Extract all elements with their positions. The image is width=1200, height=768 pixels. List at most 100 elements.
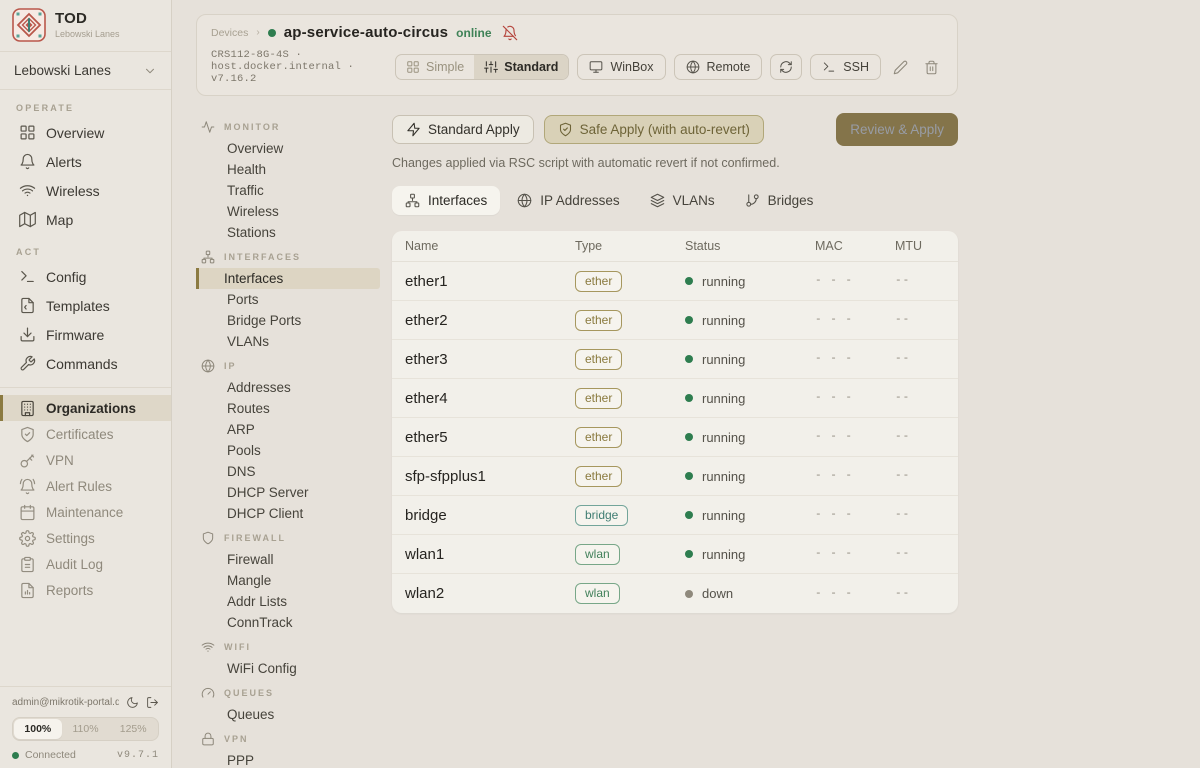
table-row[interactable]: wlan2 wlan down - - - -- — [392, 574, 958, 613]
sidebar-item-maintenance[interactable]: Maintenance — [0, 499, 171, 525]
subnav-item-conntrack[interactable]: ConnTrack — [196, 612, 380, 633]
subnav-item-stations[interactable]: Stations — [196, 222, 380, 243]
status-cell: running — [685, 313, 815, 328]
edit-device-button[interactable] — [889, 56, 912, 79]
sidebar-item-wireless[interactable]: Wireless — [0, 176, 171, 205]
subnav-item-pools[interactable]: Pools — [196, 440, 380, 461]
view-mode-simple-button[interactable]: Simple — [396, 55, 474, 79]
sidebar-item-organizations[interactable]: Organizations — [0, 395, 171, 421]
tab-interfaces[interactable]: Interfaces — [392, 186, 500, 215]
subnav-item-interfaces[interactable]: Interfaces — [196, 268, 380, 289]
wifi-icon — [201, 640, 215, 654]
ssh-button[interactable]: SSH — [810, 54, 881, 80]
standard-apply-button[interactable]: Standard Apply — [392, 115, 534, 144]
sidebar-item-alerts[interactable]: Alerts — [0, 147, 171, 176]
brand: TOD Lebowski Lanes — [0, 0, 171, 52]
sidebar-item-certificates[interactable]: Certificates — [0, 421, 171, 447]
calendar-icon — [19, 504, 36, 521]
sidebar-item-reports[interactable]: Reports — [0, 577, 171, 603]
subnav-item-dhcp-server[interactable]: DHCP Server — [196, 482, 380, 503]
sidebar-item-audit-log[interactable]: Audit Log — [0, 551, 171, 577]
mac-cell: - - - — [815, 588, 895, 600]
sidebar-item-settings[interactable]: Settings — [0, 525, 171, 551]
subnav-item-firewall[interactable]: Firewall — [196, 549, 380, 570]
subnav-item-dns[interactable]: DNS — [196, 461, 380, 482]
table-row[interactable]: ether1 ether running - - - -- — [392, 262, 958, 301]
table-row[interactable]: ether5 ether running - - - -- — [392, 418, 958, 457]
table-row[interactable]: sfp-sfpplus1 ether running - - - -- — [392, 457, 958, 496]
subnav-item-dhcp-client[interactable]: DHCP Client — [196, 503, 380, 524]
interface-name: ether1 — [405, 273, 575, 290]
subnav-section-label: WIFI — [224, 642, 251, 652]
subnav-item-routes[interactable]: Routes — [196, 398, 380, 419]
status-dot — [685, 316, 693, 324]
table-row[interactable]: bridge bridge running - - - -- — [392, 496, 958, 535]
sidebar-item-label: Certificates — [46, 427, 114, 442]
zoom-125-button[interactable]: 125% — [109, 719, 157, 739]
subnav-item-traffic[interactable]: Traffic — [196, 180, 380, 201]
sidebar-item-overview[interactable]: Overview — [0, 118, 171, 147]
subnav-item-ppp[interactable]: PPP — [196, 750, 380, 768]
type-badge: ether — [575, 427, 622, 448]
logout-icon[interactable] — [146, 696, 159, 709]
subnav-item-addresses[interactable]: Addresses — [196, 377, 380, 398]
sidebar-item-label: Alert Rules — [46, 479, 112, 494]
sidebar-item-alert-rules[interactable]: Alert Rules — [0, 473, 171, 499]
refresh-button[interactable] — [770, 54, 802, 80]
sidebar-item-label: Wireless — [46, 183, 100, 199]
sidebar-item-templates[interactable]: Templates — [0, 291, 171, 320]
breadcrumb-separator: › — [256, 27, 259, 38]
zoom-100-button[interactable]: 100% — [14, 719, 62, 739]
bell-off-icon[interactable] — [502, 25, 518, 41]
sidebar-item-firmware[interactable]: Firmware — [0, 320, 171, 349]
remote-button[interactable]: Remote — [674, 54, 763, 80]
pencil-icon — [893, 60, 908, 75]
sidebar-item-map[interactable]: Map — [0, 205, 171, 234]
subnav-item-ports[interactable]: Ports — [196, 289, 380, 310]
table-row[interactable]: ether3 ether running - - - -- — [392, 340, 958, 379]
tab-bridges[interactable]: Bridges — [732, 186, 827, 215]
app-window: TOD Lebowski Lanes Lebowski Lanes OPERAT… — [0, 0, 1200, 768]
col-name: Name — [405, 239, 575, 253]
table-row[interactable]: ether2 ether running - - - -- — [392, 301, 958, 340]
subnav-item-wireless[interactable]: Wireless — [196, 201, 380, 222]
subnav-item-wifi-config[interactable]: WiFi Config — [196, 658, 380, 679]
sidebar-item-config[interactable]: Config — [0, 262, 171, 291]
tab-ip-addresses[interactable]: IP Addresses — [504, 186, 632, 215]
sidebar-section-act: ACT — [0, 234, 171, 262]
safe-apply-button[interactable]: Safe Apply (with auto-revert) — [544, 115, 764, 144]
subnav-item-bridge-ports[interactable]: Bridge Ports — [196, 310, 380, 331]
map-icon — [19, 211, 36, 228]
sidebar-item-label: Firmware — [46, 327, 104, 343]
table-row[interactable]: ether4 ether running - - - -- — [392, 379, 958, 418]
subnav-item-queues[interactable]: Queues — [196, 704, 380, 725]
subnav-section-label: MONITOR — [224, 122, 280, 132]
subnav-item-mangle[interactable]: Mangle — [196, 570, 380, 591]
sidebar-item-vpn[interactable]: VPN — [0, 447, 171, 473]
org-selector[interactable]: Lebowski Lanes — [0, 52, 171, 90]
delete-device-button[interactable] — [920, 56, 943, 79]
interface-name: wlan1 — [405, 546, 575, 563]
type-badge: wlan — [575, 583, 620, 604]
app-version: v9.7.1 — [117, 750, 159, 761]
subnav-item-overview[interactable]: Overview — [196, 138, 380, 159]
view-mode-standard-button[interactable]: Standard — [474, 55, 568, 79]
type-badge: wlan — [575, 544, 620, 565]
terminal-icon — [822, 60, 836, 74]
subnav-item-health[interactable]: Health — [196, 159, 380, 180]
subnav-item-vlans[interactable]: VLANs — [196, 331, 380, 352]
mac-cell: - - - — [815, 470, 895, 482]
apply-toolbar: Standard Apply Safe Apply (with auto-rev… — [392, 113, 958, 146]
primary-sidebar: TOD Lebowski Lanes Lebowski Lanes OPERAT… — [0, 0, 172, 768]
tab-vlans[interactable]: VLANs — [637, 186, 728, 215]
table-row[interactable]: wlan1 wlan running - - - -- — [392, 535, 958, 574]
moon-icon[interactable] — [126, 696, 139, 709]
zoom-110-button[interactable]: 110% — [62, 719, 110, 739]
subnav-item-arp[interactable]: ARP — [196, 419, 380, 440]
subnav-item-addr-lists[interactable]: Addr Lists — [196, 591, 380, 612]
winbox-button[interactable]: WinBox — [577, 54, 665, 80]
sidebar-footer: admin@mikrotik-portal.dev 100% 110% 125%… — [0, 686, 171, 768]
sidebar-item-commands[interactable]: Commands — [0, 349, 171, 378]
breadcrumb[interactable]: Devices — [211, 27, 248, 39]
review-apply-button[interactable]: Review & Apply — [836, 113, 958, 146]
